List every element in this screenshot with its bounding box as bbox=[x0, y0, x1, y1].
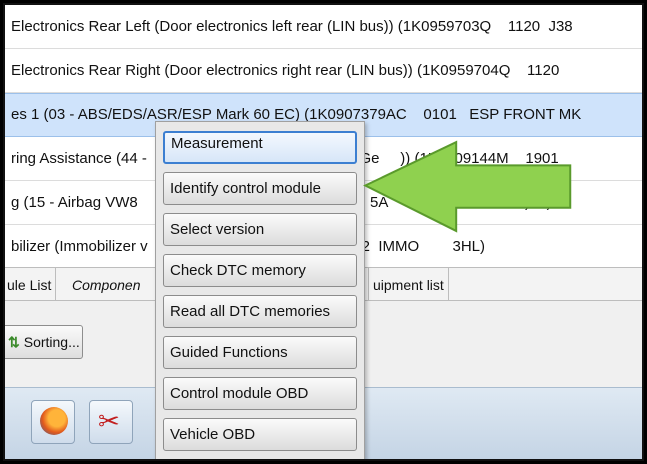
menu-item-check-dtc-memory[interactable]: Check DTC memory bbox=[163, 254, 357, 287]
menu-item-measurement[interactable]: Measurement bbox=[163, 131, 357, 164]
context-menu: Measurement Identify control module Sele… bbox=[155, 121, 365, 459]
sorting-button[interactable]: ⇅ Sorting... bbox=[5, 325, 83, 359]
screenshot-frame: Electronics Rear Left (Door electronics … bbox=[3, 3, 644, 461]
row-text: g (15 - Airbag VW8 bbox=[11, 194, 138, 211]
menu-item-vehicle-obd[interactable]: Vehicle OBD bbox=[163, 418, 357, 451]
menu-item-read-all-dtc-memories[interactable]: Read all DTC memories bbox=[163, 295, 357, 328]
sorting-label: Sorting... bbox=[23, 334, 80, 350]
firefox-icon bbox=[40, 407, 68, 435]
tab-control-module-list[interactable]: ule List bbox=[5, 268, 57, 302]
sort-icon: ⇅ bbox=[8, 334, 20, 350]
module-row-rear-left[interactable]: Electronics Rear Left (Door electronics … bbox=[5, 5, 642, 49]
module-row-rear-right[interactable]: Electronics Rear Right (Door electronics… bbox=[5, 49, 642, 93]
row-text-fragment: )34) bbox=[525, 194, 552, 211]
row-text: Electronics Rear Right (Door electronics… bbox=[11, 62, 560, 79]
menu-item-select-version[interactable]: Select version bbox=[163, 213, 357, 246]
tab-equipment-list[interactable]: uipment list bbox=[368, 268, 449, 302]
tab-components[interactable]: Componen bbox=[68, 268, 164, 302]
taskbar-snipping-tool-button[interactable]: ✂ bbox=[89, 400, 133, 444]
snipping-tool-icon: ✂ bbox=[98, 406, 120, 436]
taskbar-firefox-button[interactable] bbox=[31, 400, 75, 444]
menu-item-identify-control-module[interactable]: Identify control module bbox=[163, 172, 357, 205]
row-text: Electronics Rear Left (Door electronics … bbox=[11, 18, 573, 35]
menu-item-guided-functions[interactable]: Guided Functions bbox=[163, 336, 357, 369]
row-text-fragment: 5A bbox=[370, 194, 389, 211]
menu-item-control-module-obd[interactable]: Control module OBD bbox=[163, 377, 357, 410]
